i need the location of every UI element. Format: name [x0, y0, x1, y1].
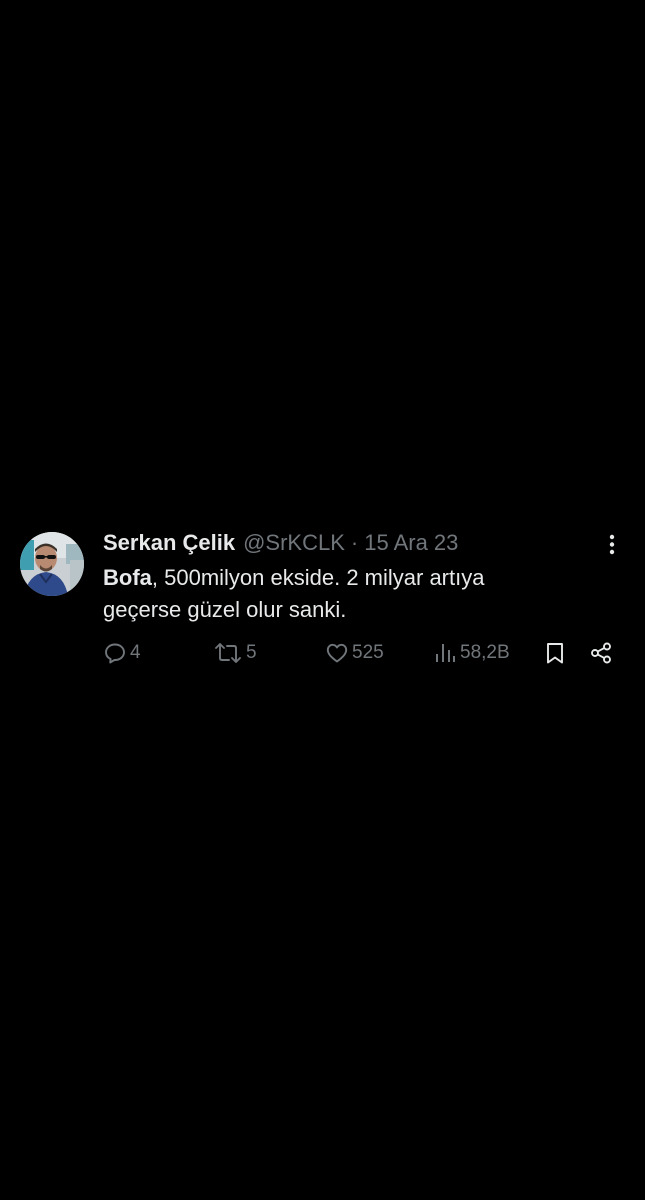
like-count: 525 [352, 642, 384, 663]
bookmark-icon [543, 641, 567, 665]
reply-button[interactable]: 4 [103, 638, 141, 668]
author-name[interactable]: Serkan Çelik [103, 530, 235, 556]
tweet-actions: 4 5 525 58,2B [103, 638, 623, 668]
tweet-text-line-1: Bofa, 500milyon ekside. 2 milyar artıya [103, 562, 603, 594]
retweet-count: 5 [246, 642, 257, 663]
tweet-header: Serkan Çelik @SrKCLK · 15 Ara 23 [103, 528, 458, 558]
more-vertical-icon[interactable] [600, 532, 624, 556]
author-handle[interactable]: @SrKCLK [243, 530, 345, 556]
retweet-icon [213, 641, 243, 665]
tweet-date[interactable]: 15 Ara 23 [364, 530, 458, 556]
share-button[interactable] [589, 638, 613, 668]
tweet-text-line-1-rest: , 500milyon ekside. 2 milyar artıya [151, 565, 485, 590]
retweet-button[interactable]: 5 [213, 638, 257, 668]
views-icon [433, 641, 457, 665]
tweet-text-line-2: geçerse güzel olur sanki. [103, 597, 347, 622]
views-count: 58,2B [460, 642, 510, 663]
views-button[interactable]: 58,2B [433, 638, 510, 668]
heart-icon [325, 641, 349, 665]
share-icon [589, 641, 613, 665]
like-button[interactable]: 525 [325, 638, 384, 668]
tweet[interactable]: Serkan Çelik @SrKCLK · 15 Ara 23 Bofa, 5… [0, 528, 645, 678]
reply-icon [103, 641, 127, 665]
tweet-text-bold: Bofa [103, 565, 152, 590]
bookmark-button[interactable] [543, 638, 567, 668]
separator: · [350, 530, 359, 555]
tweet-text: Bofa, 500milyon ekside. 2 milyar artıya … [103, 562, 603, 626]
reply-count: 4 [130, 642, 141, 663]
avatar[interactable] [20, 532, 84, 596]
